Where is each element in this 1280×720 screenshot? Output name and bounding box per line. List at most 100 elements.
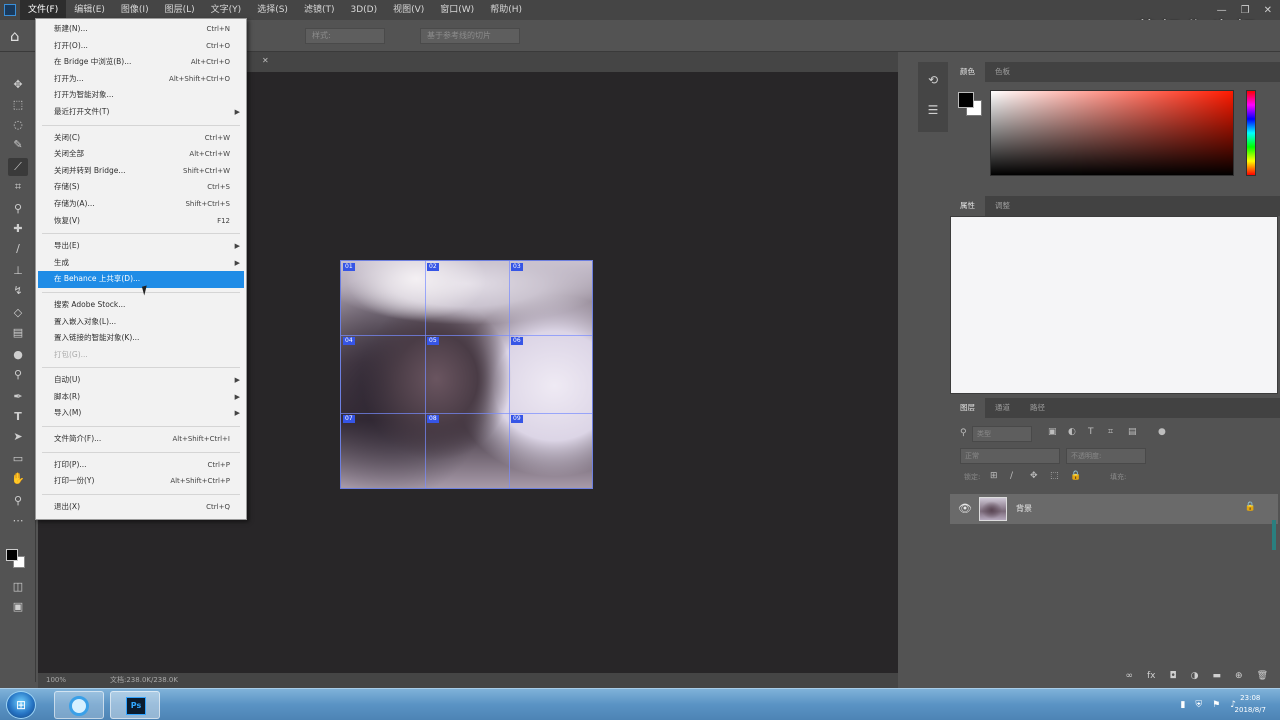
eraser-tool-icon[interactable]: ◇ [8,304,28,322]
pen-tool-icon[interactable]: ✒ [8,388,28,406]
pixel-filter-icon[interactable]: ▣ [1048,427,1057,437]
flag-icon[interactable]: ⚑ [1212,700,1220,710]
blur-tool-icon[interactable]: ● [8,346,28,364]
history-panel-icon[interactable]: ⟲ [925,72,941,88]
tab-layers[interactable]: 图层 [950,398,985,418]
zoom-level[interactable]: 100% [46,673,66,688]
properties-panel-icon[interactable]: ☰ [925,102,941,118]
lock-pixels-icon[interactable]: ⊞ [990,471,998,481]
clock[interactable]: 23:08 2018/8/7 [1235,692,1266,716]
menu-9[interactable]: 窗口(W) [432,0,482,20]
menu-4[interactable]: 文字(Y) [203,0,250,20]
tab-swatches[interactable]: 色板 [985,62,1020,82]
file-menu-item[interactable]: 关闭(C) Ctrl+W [36,130,246,147]
tab-channels[interactable]: 通道 [985,398,1020,418]
tab-properties[interactable]: 属性 [950,196,985,216]
file-menu-item[interactable]: 关闭全部 Alt+Ctrl+W [36,146,246,163]
file-menu-item[interactable]: 导入(M) ▶ [36,405,246,422]
file-menu-item[interactable]: 打开为智能对象... [36,87,246,104]
screen-mode-icon[interactable]: ▣ [8,598,28,616]
delete-layer-icon[interactable]: 🗑 [1257,671,1268,681]
menu-0[interactable]: 文件(F) [20,0,67,20]
file-menu-item[interactable]: 打印一份(Y) Alt+Shift+Ctrl+P [36,473,246,490]
smart-object-filter-icon[interactable]: ▤ [1128,427,1137,437]
add-mask-icon[interactable]: ◘ [1170,671,1177,681]
eyedropper-tool-icon[interactable]: ⚲ [8,200,28,218]
tab-close-icon[interactable]: ✕ [262,56,269,65]
move-tool-icon[interactable]: ✥ [8,76,28,94]
new-group-icon[interactable]: ▬ [1213,671,1222,681]
hue-slider[interactable] [1246,90,1256,176]
layer-style-icon[interactable]: fx [1147,671,1156,681]
zoom-tool-icon[interactable]: ⚲ [8,492,28,510]
new-layer-icon[interactable]: ⊕ [1235,671,1243,681]
type-tool-icon[interactable]: T [8,408,28,426]
slices-from-guides-button[interactable]: 基于参考线的切片 [420,28,520,44]
visibility-eye-icon[interactable]: 👁 [958,502,972,515]
file-menu-item[interactable]: 在 Behance 上共享(D)... [38,271,244,288]
file-menu-item[interactable]: 导出(E) ▶ [36,238,246,255]
hand-tool-icon[interactable]: ✋ [8,470,28,488]
healing-brush-tool-icon[interactable]: ✚ [8,220,28,238]
security-shield-icon[interactable]: ⛨ [1195,700,1202,710]
menu-2[interactable]: 图像(I) [113,0,157,20]
lock-artboard-icon[interactable]: ⬚ [1050,471,1059,481]
file-menu-item[interactable]: 自动(U) ▶ [36,372,246,389]
crop-tool-icon[interactable]: ⌗ [8,178,28,196]
menu-10[interactable]: 帮助(H) [482,0,530,20]
file-menu-item[interactable]: 新建(N)... Ctrl+N [36,21,246,38]
path-selection-tool-icon[interactable]: ➤ [8,428,28,446]
file-menu-item[interactable]: 恢复(V) F12 [36,213,246,230]
tab-adjustments[interactable]: 调整 [985,196,1020,216]
quick-select-tool-icon[interactable]: ✎ [8,136,28,154]
color-picker-field[interactable] [990,90,1234,176]
home-icon[interactable]: ⌂ [10,28,26,44]
file-menu-item[interactable]: 存储为(A)... Shift+Ctrl+S [36,196,246,213]
lock-all-icon[interactable]: 🔒 [1070,471,1081,481]
menu-6[interactable]: 滤镜(T) [296,0,343,20]
marquee-tool-icon[interactable]: ⬚ [8,96,28,114]
file-menu-item[interactable]: 最近打开文件(T) ▶ [36,104,246,121]
fill-field[interactable]: 填充: [1106,470,1166,486]
history-brush-tool-icon[interactable]: ↯ [8,282,28,300]
menu-1[interactable]: 编辑(E) [66,0,113,20]
taskbar-browser-app[interactable] [54,691,104,719]
adjustment-filter-icon[interactable]: ◐ [1068,427,1076,437]
file-menu-item[interactable]: 退出(X) Ctrl+Q [36,499,246,516]
file-menu-item[interactable]: 存储(S) Ctrl+S [36,179,246,196]
type-filter-icon[interactable]: T [1088,427,1094,437]
file-menu-item[interactable]: 文件简介(F)... Alt+Shift+Ctrl+I [36,431,246,448]
network-icon[interactable]: ▮ [1180,700,1185,710]
slice-tool-icon[interactable]: ⟋ [8,158,28,176]
file-menu-item[interactable]: 在 Bridge 中浏览(B)... Alt+Ctrl+O [36,54,246,71]
panel-scrollbar[interactable] [1272,520,1276,550]
lasso-tool-icon[interactable]: ◌ [8,116,28,134]
blend-mode-select[interactable]: 正常 [960,448,1060,464]
clone-stamp-tool-icon[interactable]: ⊥ [8,262,28,280]
more-tools-icon[interactable]: ⋯ [8,512,28,530]
gradient-tool-icon[interactable]: ▤ [8,324,28,342]
foreground-color-swatch[interactable] [6,549,18,561]
tab-paths[interactable]: 路径 [1020,398,1055,418]
menu-3[interactable]: 图层(L) [157,0,203,20]
link-layers-icon[interactable]: ∞ [1126,671,1134,681]
foreground-color-swatch[interactable] [958,92,974,108]
file-menu-item[interactable]: 关闭并转到 Bridge... Shift+Ctrl+W [36,163,246,180]
lock-position-icon[interactable]: ✥ [1030,471,1038,481]
file-menu-item[interactable]: 置入链接的智能对象(K)... [36,330,246,347]
style-field[interactable]: 样式: [305,28,385,44]
close-icon[interactable]: ✕ [1264,5,1272,16]
taskbar-photoshop-app[interactable]: Ps [110,691,160,719]
lock-image-icon[interactable]: ∕ [1010,471,1013,481]
file-menu-item[interactable]: 搜索 Adobe Stock... [36,297,246,314]
shape-filter-icon[interactable]: ⌗ [1108,427,1113,437]
filter-toggle-icon[interactable]: ● [1158,427,1166,437]
file-menu-item[interactable]: 打开为... Alt+Shift+Ctrl+O [36,71,246,88]
file-menu-item[interactable]: 打开(O)... Ctrl+O [36,38,246,55]
document-image[interactable]: 01 02 03 04 05 06 07 08 09 [340,260,593,489]
layer-row[interactable]: 👁 背景 🔒 [950,494,1278,524]
file-menu-item[interactable]: 置入嵌入对象(L)... [36,314,246,331]
menu-7[interactable]: 3D(D) [342,0,385,20]
menu-8[interactable]: 视图(V) [385,0,432,20]
file-menu-item[interactable]: 脚本(R) ▶ [36,389,246,406]
